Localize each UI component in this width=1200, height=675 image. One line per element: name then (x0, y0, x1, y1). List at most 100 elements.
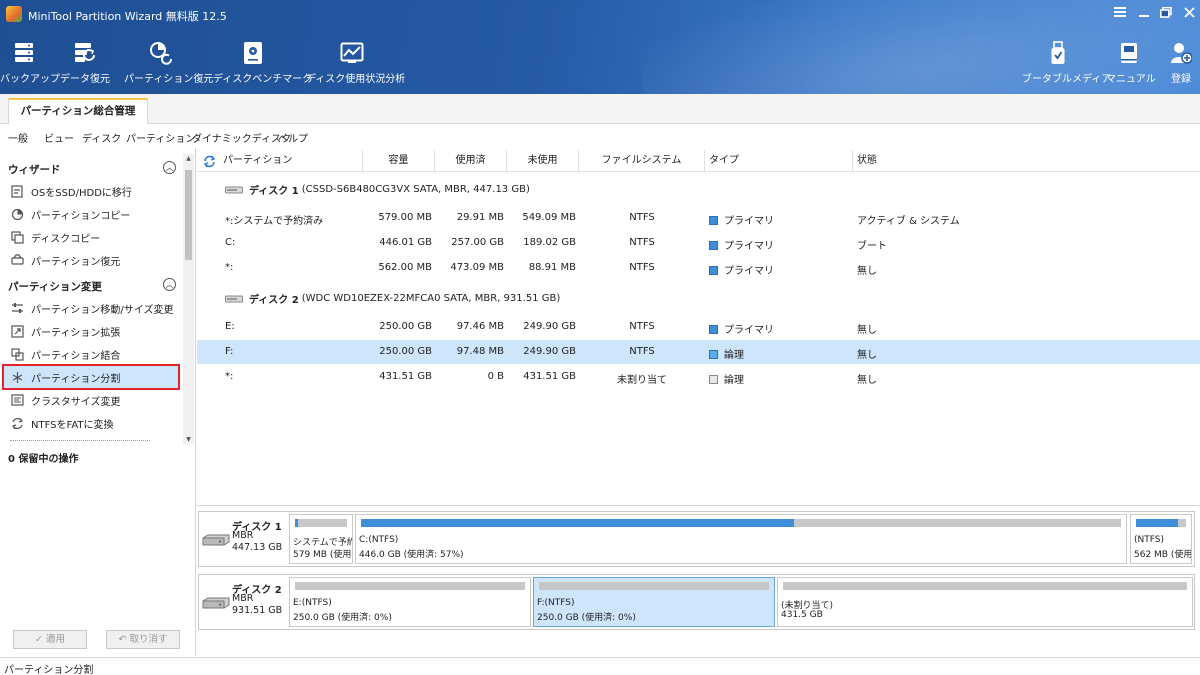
wizard-item-copy-disk[interactable]: ディスクコピー (10, 228, 100, 246)
disk-map-partition[interactable]: (NTFS) 562 MB (使用 (1130, 514, 1192, 564)
action-move-resize[interactable]: パーティション移動/サイズ変更 (10, 299, 173, 317)
hdd-icon (225, 295, 249, 303)
hdd-icon (225, 186, 249, 194)
disk-map-info[interactable]: ディスク 1 MBR 447.13 GB (199, 512, 287, 566)
menu-help[interactable]: ヘルプ (278, 130, 308, 145)
split-icon (10, 370, 24, 384)
action-label: クラスタサイズ変更 (31, 396, 121, 408)
hamburger-menu-icon[interactable] (1112, 7, 1128, 17)
minimize-icon[interactable] (1136, 7, 1152, 17)
wizard-section-title: ウィザード (8, 164, 61, 176)
disk-header-row[interactable]: ディスク 1 (CSSD-S6B480CG3VX SATA, MBR, 447.1… (225, 182, 530, 197)
table-row[interactable]: *: 562.00 MB 473.09 MB 88.91 MB NTFS プライマリ 無し (197, 256, 1200, 280)
column-unused[interactable]: 未使用 (507, 150, 579, 172)
cell-filesystem: 未割り当て (617, 375, 667, 386)
migrate-os-icon (10, 184, 24, 198)
partition-map-usage: 431.5 GB (781, 610, 823, 620)
cell-type-label: プライマリ (724, 266, 774, 277)
merge-icon (10, 347, 24, 361)
manual-button[interactable]: マニュアル (1106, 40, 1156, 90)
column-type[interactable]: タイプ (705, 150, 853, 172)
action-split[interactable]: パーティション分割 (10, 368, 120, 386)
table-row[interactable]: *: 431.51 GB 0 B 431.51 GB 未割り当て 論理 無し (197, 365, 1200, 389)
close-icon[interactable] (1181, 7, 1197, 18)
action-merge[interactable]: パーティション結合 (10, 345, 120, 363)
cell-unused: 249.90 GB (523, 346, 576, 357)
partition-map-label: F:(NTFS) (537, 598, 575, 608)
cell-used: 0 B (487, 371, 504, 382)
space-analyzer-button[interactable]: ディスク使用状況分析 (306, 40, 406, 90)
cell-unused: 249.90 GB (523, 321, 576, 332)
backup-button[interactable]: バックアップ (0, 40, 60, 90)
usage-bar (295, 519, 347, 527)
menu-partition[interactable]: パーティション (126, 130, 195, 145)
sidebar-scrollbar[interactable]: ▲ ▼ (183, 154, 194, 444)
register-button[interactable]: 登録 (1164, 40, 1198, 90)
wizard-item-partition-recovery[interactable]: パーティション復元 (10, 251, 120, 269)
partition-map-label: C:(NTFS) (359, 535, 399, 545)
action-convert-ntfs-fat[interactable]: NTFSをFATに変換 (10, 414, 114, 432)
cell-type: プライマリ (709, 321, 774, 336)
column-capacity[interactable]: 容量 (363, 150, 435, 172)
disk-map-partition[interactable]: E:(NTFS) 250.0 GB (使用済: 0%) (289, 577, 531, 627)
partition-map-usage: 250.0 GB (使用済: 0%) (537, 613, 636, 623)
tab-partition-management[interactable]: パーティション総合管理 (8, 98, 148, 125)
cell-partition: *: (225, 262, 234, 273)
action-extend[interactable]: パーティション拡張 (10, 322, 120, 340)
table-row[interactable]: C: 446.01 GB 257.00 GB 189.02 GB NTFS プライマリ ブー… (197, 231, 1200, 255)
wizard-item-migrate-os[interactable]: OSをSSD/HDDに移行 (10, 182, 132, 200)
cell-filesystem: NTFS (629, 321, 655, 332)
panel-divider (197, 505, 1200, 506)
menu-dynamic-disk[interactable]: ダイナミックディスク (192, 130, 291, 145)
table-row[interactable]: *:システムで予約済み 579.00 MB 29.91 MB 549.09 MB NTF… (197, 206, 1200, 230)
collapse-wizard-icon[interactable]: ︿ (163, 161, 176, 174)
usage-bar (1136, 519, 1186, 527)
column-status[interactable]: 状態 (853, 150, 1198, 172)
data-recovery-button[interactable]: データ復元 (60, 40, 110, 90)
partition-map-usage: 446.0 GB (使用済: 57%) (359, 550, 464, 560)
action-cluster-size[interactable]: クラスタサイズ変更 (10, 391, 121, 409)
scroll-down-icon[interactable]: ▼ (183, 436, 194, 443)
apply-button[interactable]: ✓ 適用 (13, 630, 87, 649)
disk-map-partition[interactable]: (未割り当て) 431.5 GB (777, 577, 1193, 627)
menu-general[interactable]: 一般 (8, 130, 28, 145)
partition-map-label: (NTFS) (1134, 535, 1164, 545)
disk-map-row[interactable]: ディスク 2 MBR 931.51 GB E:(NTFS) 250.0 GB (使用済:… (198, 574, 1195, 630)
column-filesystem[interactable]: ファイルシステム (579, 150, 705, 172)
wizard-item-label: OSをSSD/HDDに移行 (31, 187, 132, 199)
cell-capacity: 446.01 GB (379, 237, 432, 248)
column-partition[interactable]: パーティション (219, 150, 363, 172)
wizard-item-label: ディスクコピー (31, 233, 101, 245)
cell-status: 無し (857, 266, 877, 277)
collapse-partition-change-icon[interactable]: ︿ (163, 278, 176, 291)
space-analyzer-label: ディスク使用状況分析 (306, 74, 406, 85)
hdd-icon (202, 534, 230, 549)
menu-view[interactable]: ビュー (44, 130, 74, 145)
refresh-icon[interactable] (203, 155, 216, 171)
cell-type-label: プライマリ (724, 241, 774, 252)
bootable-media-button[interactable]: ブータブルメディア (1022, 40, 1111, 90)
scroll-up-icon[interactable]: ▲ (183, 155, 194, 162)
partition-recovery-button[interactable]: パーティション復元 (124, 40, 213, 90)
disk-map-row[interactable]: ディスク 1 MBR 447.13 GB システムで予約 579 MB (使用 C:(NT… (198, 511, 1195, 567)
menu-disk[interactable]: ディスク (82, 130, 121, 145)
disk-benchmark-label: ディスクベンチマーク (213, 74, 313, 85)
wizard-item-copy-partition[interactable]: パーティションコピー (10, 205, 130, 223)
undo-button[interactable]: ↶ 取り消す (106, 630, 180, 649)
clipped-item-fragment (10, 440, 150, 443)
partition-map-usage: 562 MB (使用 (1134, 550, 1192, 560)
restore-icon[interactable] (1158, 7, 1174, 18)
cell-filesystem: NTFS (629, 262, 655, 273)
column-used[interactable]: 使用済 (435, 150, 507, 172)
disk-map-partition[interactable]: システムで予約 579 MB (使用 (289, 514, 353, 564)
partition-map-usage: 579 MB (使用 (293, 550, 352, 560)
disk-header-row[interactable]: ディスク 2 (WDC WD10EZEX-22MFCA0 SATA, MBR, 9… (225, 291, 560, 306)
usb-drive-icon (1022, 40, 1094, 66)
disk-benchmark-button[interactable]: ディスクベンチマーク (213, 40, 313, 90)
table-row[interactable]: F: 250.00 GB 97.48 MB 249.90 GB NTFS 論理 無し (197, 340, 1200, 364)
disk-map-partition[interactable]: F:(NTFS) 250.0 GB (使用済: 0%) (533, 577, 775, 627)
disk-map-info[interactable]: ディスク 2 MBR 931.51 GB (199, 575, 287, 629)
table-row[interactable]: E: 250.00 GB 97.46 MB 249.90 GB NTFS プライマリ 無し (197, 315, 1200, 339)
disk-map-partition[interactable]: C:(NTFS) 446.0 GB (使用済: 57%) (355, 514, 1127, 564)
scrollbar-thumb[interactable] (185, 170, 192, 260)
